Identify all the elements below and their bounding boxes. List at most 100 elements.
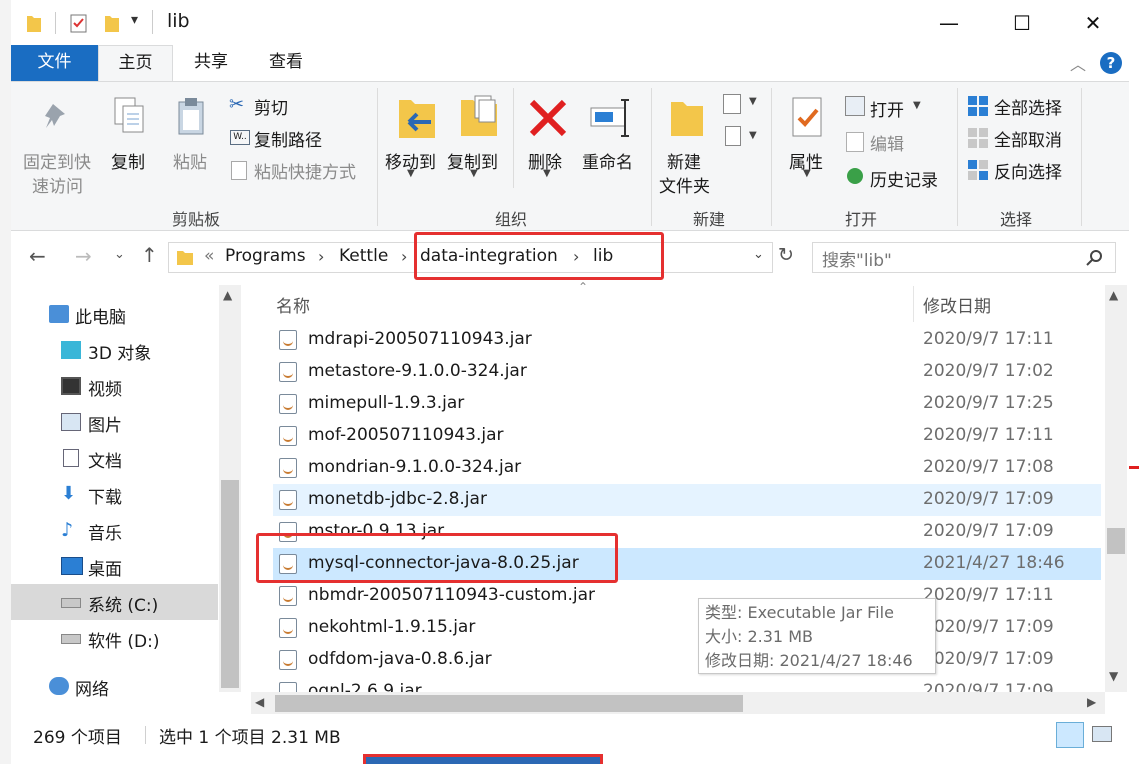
nav-item-downloads[interactable]: ⬇ 下载 (11, 476, 218, 512)
pin-quick-access-label-1[interactable]: 固定到快 (23, 148, 91, 173)
nav-item-3d-objects[interactable]: 3D 对象 (11, 332, 218, 368)
properties-icon[interactable] (69, 12, 89, 34)
column-header-name[interactable]: 名称 (276, 292, 310, 317)
chevron-right-icon[interactable]: › (318, 247, 324, 266)
status-selection: 选中 1 个项目 2.31 MB (159, 728, 341, 748)
pin-quick-access-label-2[interactable]: 速访问 (32, 172, 83, 197)
file-row[interactable]: nekohtml-1.9.15.jar 2020/9/7 17:09 (273, 612, 1101, 644)
details-view-icon[interactable] (1056, 722, 1084, 748)
file-row[interactable]: nbmdr-200507110943-custom.jar 2020/9/7 17… (273, 580, 1101, 612)
jar-file-icon (279, 650, 297, 670)
copy-button[interactable]: 复制 (111, 148, 145, 173)
file-row[interactable]: ognl-2.6.9.jar 2020/9/7 17:09 (273, 676, 1101, 692)
nav-item-software-d[interactable]: 软件 (D:) (11, 620, 218, 656)
new-item-dropdown-icon[interactable]: ▼ (749, 96, 757, 107)
ribbon-tabs: 文件 主页 共享 查看 ︿ ? (11, 45, 1129, 81)
tab-home[interactable]: 主页 (98, 45, 173, 81)
search-input[interactable]: 搜索"lib" (822, 246, 892, 271)
file-row-hover[interactable]: monetdb-jdbc-2.8.jar 2020/9/7 17:09 (273, 484, 1101, 516)
breadcrumb-kettle[interactable]: Kettle (339, 246, 388, 266)
file-row[interactable]: mondrian-9.1.0.0-324.jar 2020/9/7 17:08 (273, 452, 1101, 484)
nav-scrollbar-thumb[interactable] (221, 480, 239, 688)
select-none-button[interactable]: 全部取消 (994, 126, 1062, 151)
nav-item-documents[interactable]: 文档 (11, 440, 218, 476)
tooltip-size: 大小: 2.31 MB (705, 627, 813, 646)
file-row[interactable]: mimepull-1.9.3.jar 2020/9/7 17:25 (273, 388, 1101, 420)
jar-file-icon (279, 682, 297, 692)
recent-locations-icon[interactable]: ⌄ (114, 247, 125, 262)
nav-item-desktop[interactable]: 桌面 (11, 548, 218, 584)
up-icon[interactable]: ↑ (141, 243, 158, 267)
cut-button[interactable]: 剪切 (254, 94, 288, 119)
nav-item-videos[interactable]: 视频 (11, 368, 218, 404)
easy-access-icon[interactable] (725, 126, 741, 146)
nav-item-pictures[interactable]: 图片 (11, 404, 218, 440)
scroll-up-icon[interactable]: ▲ (223, 288, 232, 302)
scroll-down-icon[interactable]: ▼ (1109, 669, 1118, 683)
window-frame-right (1129, 0, 1139, 764)
copy-path-button[interactable]: 复制路径 (254, 126, 322, 151)
open-dropdown-icon[interactable]: ▼ (913, 100, 921, 111)
delete-dropdown-icon[interactable]: ▼ (543, 168, 551, 179)
column-header-date[interactable]: 修改日期 (923, 292, 991, 317)
file-row[interactable]: mof-200507110943.jar 2020/9/7 17:11 (273, 420, 1101, 452)
open-button[interactable]: 打开 (870, 96, 904, 121)
address-history-icon[interactable]: ⌄ (753, 247, 764, 262)
file-row-partial[interactable]: ognl-2.6.9.jar 2020/9/7 17:09 (273, 676, 1101, 692)
file-scrollbar-thumb[interactable] (1107, 528, 1125, 554)
nav-item-music[interactable]: ♪ 音乐 (11, 512, 218, 548)
nav-item-system-c[interactable]: 系统 (C:) (11, 584, 218, 620)
maximize-button[interactable]: ☐ (1002, 6, 1042, 40)
easy-access-dropdown-icon[interactable]: ▼ (749, 130, 757, 141)
edit-button[interactable]: 编辑 (870, 130, 904, 155)
collapse-ribbon-icon[interactable]: ︿ (1070, 51, 1086, 75)
copy-to-dropdown-icon[interactable]: ▼ (470, 168, 478, 179)
search-icon[interactable] (1086, 249, 1103, 266)
delete-icon (529, 99, 567, 137)
new-folder-label-1[interactable]: 新建 (667, 148, 701, 173)
select-all-button[interactable]: 全部选择 (994, 94, 1062, 119)
column-divider[interactable] (913, 286, 914, 322)
file-row[interactable]: odfdom-java-0.8.6.jar 2020/9/7 17:09 (273, 644, 1101, 676)
window-title: lib (167, 10, 190, 32)
chevron-right-icon[interactable]: › (401, 247, 407, 266)
file-name: nbmdr-200507110943-custom.jar (308, 585, 596, 605)
refresh-icon[interactable]: ↻ (778, 244, 794, 266)
paste-button[interactable]: 粘贴 (173, 148, 207, 173)
horizontal-scrollbar-thumb[interactable] (275, 695, 743, 712)
history-button[interactable]: 历史记录 (870, 166, 938, 191)
minimize-button[interactable]: — (929, 6, 969, 40)
new-item-icon[interactable] (723, 94, 741, 114)
paste-shortcut-button[interactable]: 粘贴快捷方式 (254, 158, 356, 183)
nav-item-network[interactable]: 网络 (11, 668, 218, 704)
new-folder-icon[interactable] (103, 12, 121, 34)
file-list-scrollbar[interactable] (1105, 285, 1127, 692)
tab-view[interactable]: 查看 (256, 45, 316, 81)
back-icon[interactable]: ← (29, 244, 46, 268)
large-icons-view-icon[interactable] (1092, 726, 1112, 742)
scroll-up-icon[interactable]: ▲ (1109, 288, 1118, 302)
breadcrumb-overflow[interactable]: « (204, 246, 214, 266)
jar-file-icon (279, 618, 297, 638)
help-icon[interactable]: ? (1100, 52, 1122, 74)
file-row[interactable]: mdrapi-200507110943.jar 2020/9/7 17:11 (273, 324, 1101, 356)
properties-dropdown-icon[interactable]: ▼ (803, 168, 811, 179)
scroll-left-icon[interactable]: ◀ (255, 695, 264, 709)
tooltip-modified: 修改日期: 2021/4/27 18:46 (705, 651, 913, 670)
new-folder-label-2[interactable]: 文件夹 (659, 172, 710, 197)
file-date: 2021/4/27 18:46 (923, 553, 1065, 573)
nav-item-label: 下载 (88, 488, 122, 508)
nav-item-this-pc[interactable]: 此电脑 (11, 296, 218, 332)
invert-selection-button[interactable]: 反向选择 (994, 158, 1062, 183)
forward-icon[interactable]: → (75, 244, 92, 268)
history-icon (847, 168, 863, 184)
scroll-right-icon[interactable]: ▶ (1087, 695, 1096, 709)
tab-file[interactable]: 文件 (11, 45, 98, 81)
breadcrumb-programs[interactable]: Programs (225, 246, 306, 266)
close-button[interactable]: ✕ (1073, 6, 1113, 40)
customize-toolbar-icon[interactable]: ▾ (131, 12, 138, 28)
file-row[interactable]: metastore-9.1.0.0-324.jar 2020/9/7 17:02 (273, 356, 1101, 388)
tab-share[interactable]: 共享 (181, 45, 241, 81)
move-to-dropdown-icon[interactable]: ▼ (407, 168, 415, 179)
rename-button[interactable]: 重命名 (582, 148, 633, 173)
